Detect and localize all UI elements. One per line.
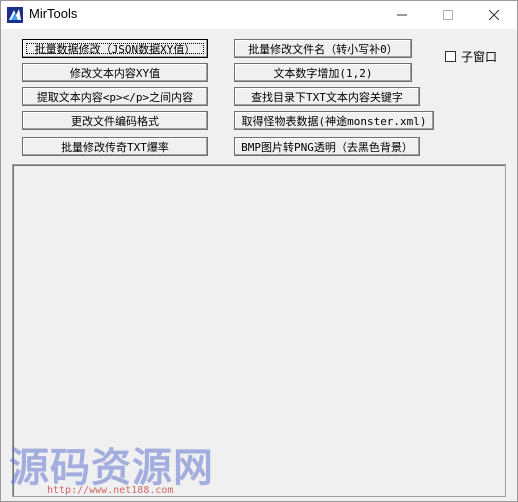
- minimize-icon: [397, 14, 407, 16]
- change-encoding-button[interactable]: 更改文件编码格式: [22, 111, 208, 130]
- checkbox-box[interactable]: [445, 51, 456, 62]
- watermark-url: http://www.net188.com: [47, 485, 174, 496]
- batch-modify-data-button[interactable]: 批量数据修改（JSON数据XY值）: [22, 39, 208, 58]
- main-window: MirTools 批量数据修改（JSON数据XY值） 修改文本内容XY值 提取文…: [0, 0, 518, 502]
- sub-window-checkbox[interactable]: 子窗口: [445, 48, 497, 65]
- text-number-add-button[interactable]: 文本数字增加(1,2): [234, 63, 412, 82]
- bmp-to-png-button[interactable]: BMP图片转PNG透明（去黑色背景）: [234, 137, 420, 156]
- title-bar[interactable]: MirTools: [1, 1, 517, 29]
- app-icon: [7, 7, 23, 23]
- extract-p-content-button[interactable]: 提取文本内容<p></p>之间内容: [22, 87, 208, 106]
- get-monster-data-button[interactable]: 取得怪物表数据(神途monster.xml): [234, 111, 434, 130]
- batch-rename-button[interactable]: 批量修改文件名（转小写补0）: [234, 39, 412, 58]
- minimize-button[interactable]: [379, 1, 425, 29]
- batch-drop-rate-button[interactable]: 批量修改传奇TXT爆率: [22, 137, 208, 156]
- maximize-icon: [443, 10, 453, 20]
- close-icon: [489, 10, 499, 20]
- search-txt-keyword-button[interactable]: 查找目录下TXT文本内容关键字: [234, 87, 420, 106]
- checkbox-label: 子窗口: [461, 50, 498, 64]
- maximize-button[interactable]: [425, 1, 471, 29]
- close-button[interactable]: [471, 1, 517, 29]
- window-title: MirTools: [29, 6, 78, 21]
- modify-xy-button[interactable]: 修改文本内容XY值: [22, 63, 208, 82]
